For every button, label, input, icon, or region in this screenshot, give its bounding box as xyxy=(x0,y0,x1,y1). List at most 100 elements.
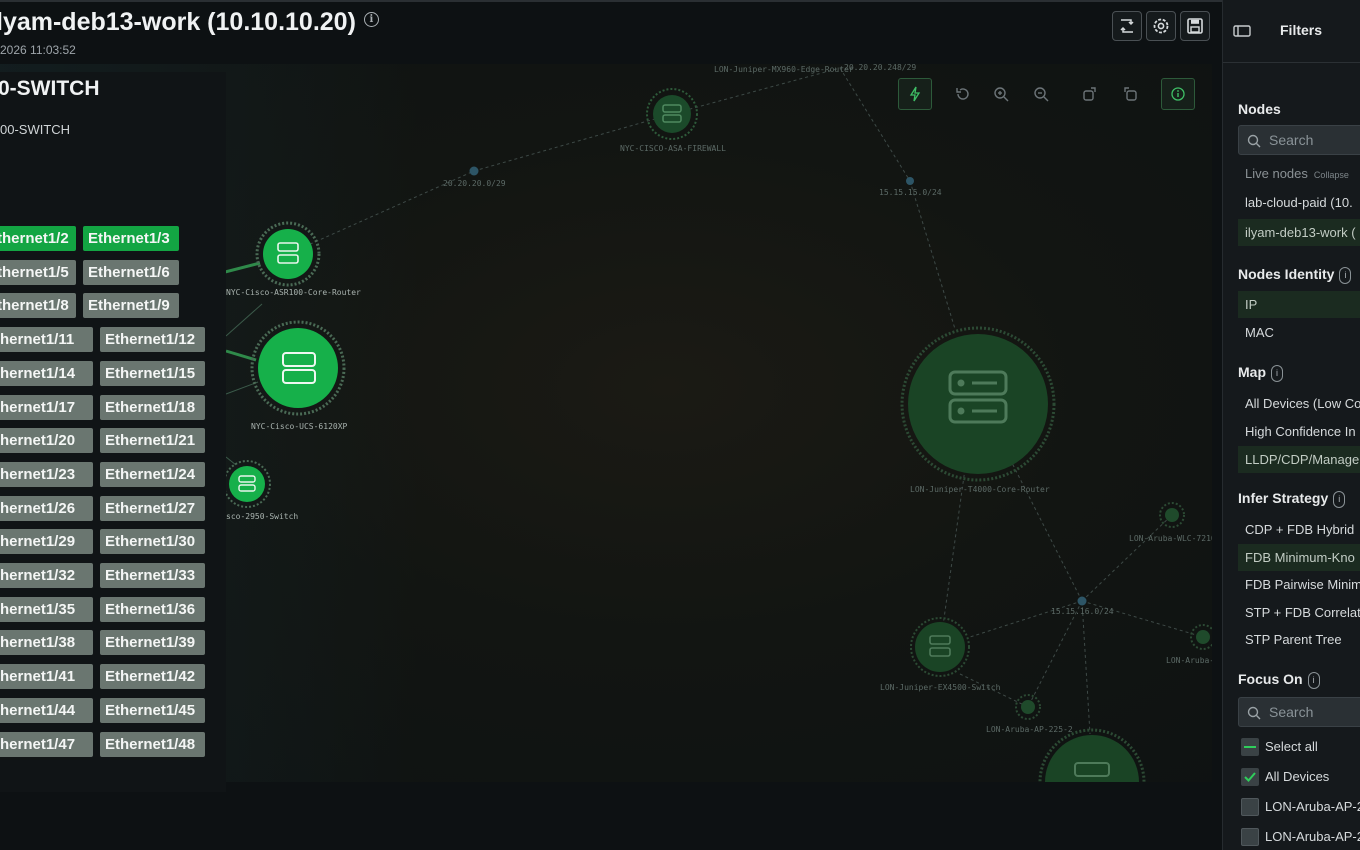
select-all-checkbox[interactable] xyxy=(1241,738,1259,756)
infer-option[interactable]: STP Parent Tree xyxy=(1238,626,1360,653)
map-option[interactable]: High Confidence In xyxy=(1238,418,1360,445)
help-icon[interactable]: i xyxy=(1271,364,1283,382)
identity-option-mac[interactable]: MAC xyxy=(1238,319,1360,346)
port-tag[interactable]: thernet1/2 xyxy=(0,226,76,251)
identity-option-ip[interactable]: IP xyxy=(1238,291,1360,318)
node-label: LON-Juniper-EX4500-Switch xyxy=(880,683,1001,692)
port-tag[interactable]: thernet1/26 xyxy=(0,496,93,521)
zoom-in-button[interactable] xyxy=(988,78,1014,110)
port-tag[interactable]: Ethernet1/30 xyxy=(100,529,205,554)
subnet-node[interactable] xyxy=(469,166,479,176)
device-node-ucs[interactable] xyxy=(250,320,346,416)
rotate-left-button[interactable] xyxy=(1117,78,1143,110)
node-item[interactable]: lab-cloud-paid (10. xyxy=(1238,189,1360,216)
port-tag[interactable]: Ethernet1/27 xyxy=(100,496,205,521)
zoom-out-button[interactable] xyxy=(1028,78,1054,110)
map-option-selected[interactable]: LLDP/CDP/Manage xyxy=(1238,446,1360,473)
port-tag[interactable]: thernet1/23 xyxy=(0,462,93,487)
search-icon xyxy=(1247,134,1261,148)
port-tag[interactable]: thernet1/29 xyxy=(0,529,93,554)
port-tag[interactable]: Ethernet1/9 xyxy=(83,293,179,318)
infer-option[interactable]: FDB Pairwise Minim xyxy=(1238,571,1360,598)
node-label: NYC-CISCO-ASA-FIREWALL xyxy=(620,144,726,153)
port-tag[interactable]: Ethernet1/21 xyxy=(100,428,205,453)
help-icon[interactable]: i xyxy=(1339,266,1352,284)
nodes-search-input[interactable]: Search xyxy=(1238,125,1360,155)
node-label: LON-Aruba-WLC-7210 xyxy=(1129,534,1212,543)
save-button[interactable] xyxy=(1180,11,1210,41)
help-icon[interactable]: i xyxy=(1307,671,1320,689)
port-tag[interactable]: thernet1/20 xyxy=(0,428,93,453)
port-tag[interactable]: thernet1/8 xyxy=(0,293,76,318)
rotate-right-button[interactable] xyxy=(1077,78,1103,110)
port-tag[interactable]: thernet1/17 xyxy=(0,395,93,420)
refresh-button[interactable] xyxy=(1112,11,1142,41)
focus-item-checkbox[interactable] xyxy=(1241,798,1259,816)
refresh-icon xyxy=(1120,19,1134,33)
infer-option-selected[interactable]: FDB Minimum-Kno xyxy=(1238,544,1360,571)
node-label: LON-Aruba- xyxy=(1166,656,1212,665)
panel-toggle-icon[interactable] xyxy=(1233,24,1251,38)
device-node-wlc[interactable] xyxy=(1159,502,1185,528)
port-tag[interactable]: Ethernet1/42 xyxy=(100,664,205,689)
infer-option[interactable]: STP + FDB Correlat xyxy=(1238,599,1360,626)
device-node-asr[interactable] xyxy=(255,221,321,287)
save-icon xyxy=(1187,18,1203,34)
map-option[interactable]: All Devices (Low Co xyxy=(1238,390,1360,417)
focus-item-checkbox[interactable] xyxy=(1241,828,1259,846)
device-node-2950[interactable] xyxy=(223,460,271,508)
port-tag[interactable]: thernet1/38 xyxy=(0,630,93,655)
node-label: NYC-Cisco-ASR100-Core-Router xyxy=(226,288,361,297)
subnet-node[interactable] xyxy=(1077,596,1087,606)
focus-on-heading: Focus On i xyxy=(1238,671,1320,689)
collapse-link[interactable]: Collapse xyxy=(1314,170,1349,180)
port-tag[interactable]: Ethernet1/15 xyxy=(100,361,205,386)
port-tag[interactable]: Ethernet1/39 xyxy=(100,630,205,655)
port-tag[interactable]: Ethernet1/36 xyxy=(100,597,205,622)
reset-icon xyxy=(956,88,969,100)
infer-option[interactable]: CDP + FDB Hybrid xyxy=(1238,516,1360,543)
nodes-heading: Nodes xyxy=(1238,101,1281,117)
device-node-ap225[interactable] xyxy=(1015,694,1041,720)
port-tag[interactable]: thernet1/32 xyxy=(0,563,93,588)
lightning-button[interactable] xyxy=(898,78,932,110)
focus-item-label: LON-Aruba-AP-2 xyxy=(1265,799,1360,814)
device-node-t4000[interactable] xyxy=(900,326,1056,482)
node-label: NYC-Cisco-UCS-6120XP xyxy=(251,422,348,431)
map-heading: Map i xyxy=(1238,364,1283,382)
device-node-aruba-edge[interactable] xyxy=(1190,624,1212,650)
nodes-identity-heading: Nodes Identity i xyxy=(1238,266,1352,284)
device-detail-panel: 0-SWITCH 00-SWITCH thernet1/2 Ethernet1/3… xyxy=(0,72,226,792)
node-item-selected[interactable]: ilyam-deb13-work ( xyxy=(1238,219,1360,246)
port-tag[interactable]: thernet1/14 xyxy=(0,361,93,386)
info-icon[interactable]: i xyxy=(363,12,379,27)
port-tag[interactable]: Ethernet1/12 xyxy=(100,327,205,352)
port-tag[interactable]: Ethernet1/18 xyxy=(100,395,205,420)
port-tag[interactable]: thernet1/5 xyxy=(0,260,76,285)
port-tag[interactable]: thernet1/44 xyxy=(0,698,93,723)
settings-button[interactable] xyxy=(1146,11,1176,41)
page-title: lyam-deb13-work (10.10.10.20) i xyxy=(0,8,379,37)
port-tag[interactable]: thernet1/35 xyxy=(0,597,93,622)
reset-view-button[interactable] xyxy=(950,78,976,110)
filters-sidebar: Filters Nodes Search Live nodes Collapse … xyxy=(1222,0,1360,850)
focus-item-label: All Devices xyxy=(1265,769,1330,784)
port-tag[interactable]: Ethernet1/6 xyxy=(83,260,179,285)
port-tag[interactable]: Ethernet1/3 xyxy=(83,226,179,251)
device-node-bottom[interactable] xyxy=(1038,728,1146,782)
port-tag[interactable]: thernet1/41 xyxy=(0,664,93,689)
device-node-ex4500[interactable] xyxy=(910,617,970,677)
port-tag[interactable]: Ethernet1/48 xyxy=(100,732,205,757)
port-tag[interactable]: Ethernet1/33 xyxy=(100,563,205,588)
filters-header[interactable]: Filters xyxy=(1223,0,1360,63)
port-tag[interactable]: Ethernet1/45 xyxy=(100,698,205,723)
help-icon[interactable]: i xyxy=(1333,490,1346,508)
all-devices-checkbox[interactable] xyxy=(1241,768,1259,786)
focus-search-input[interactable]: Search xyxy=(1238,697,1360,727)
port-tag[interactable]: thernet1/11 xyxy=(0,327,93,352)
subnet-node[interactable] xyxy=(906,177,914,185)
graph-info-button[interactable] xyxy=(1161,78,1195,110)
port-tag[interactable]: Ethernet1/24 xyxy=(100,462,205,487)
device-node-asa[interactable] xyxy=(646,88,698,140)
port-tag[interactable]: thernet1/47 xyxy=(0,732,93,757)
